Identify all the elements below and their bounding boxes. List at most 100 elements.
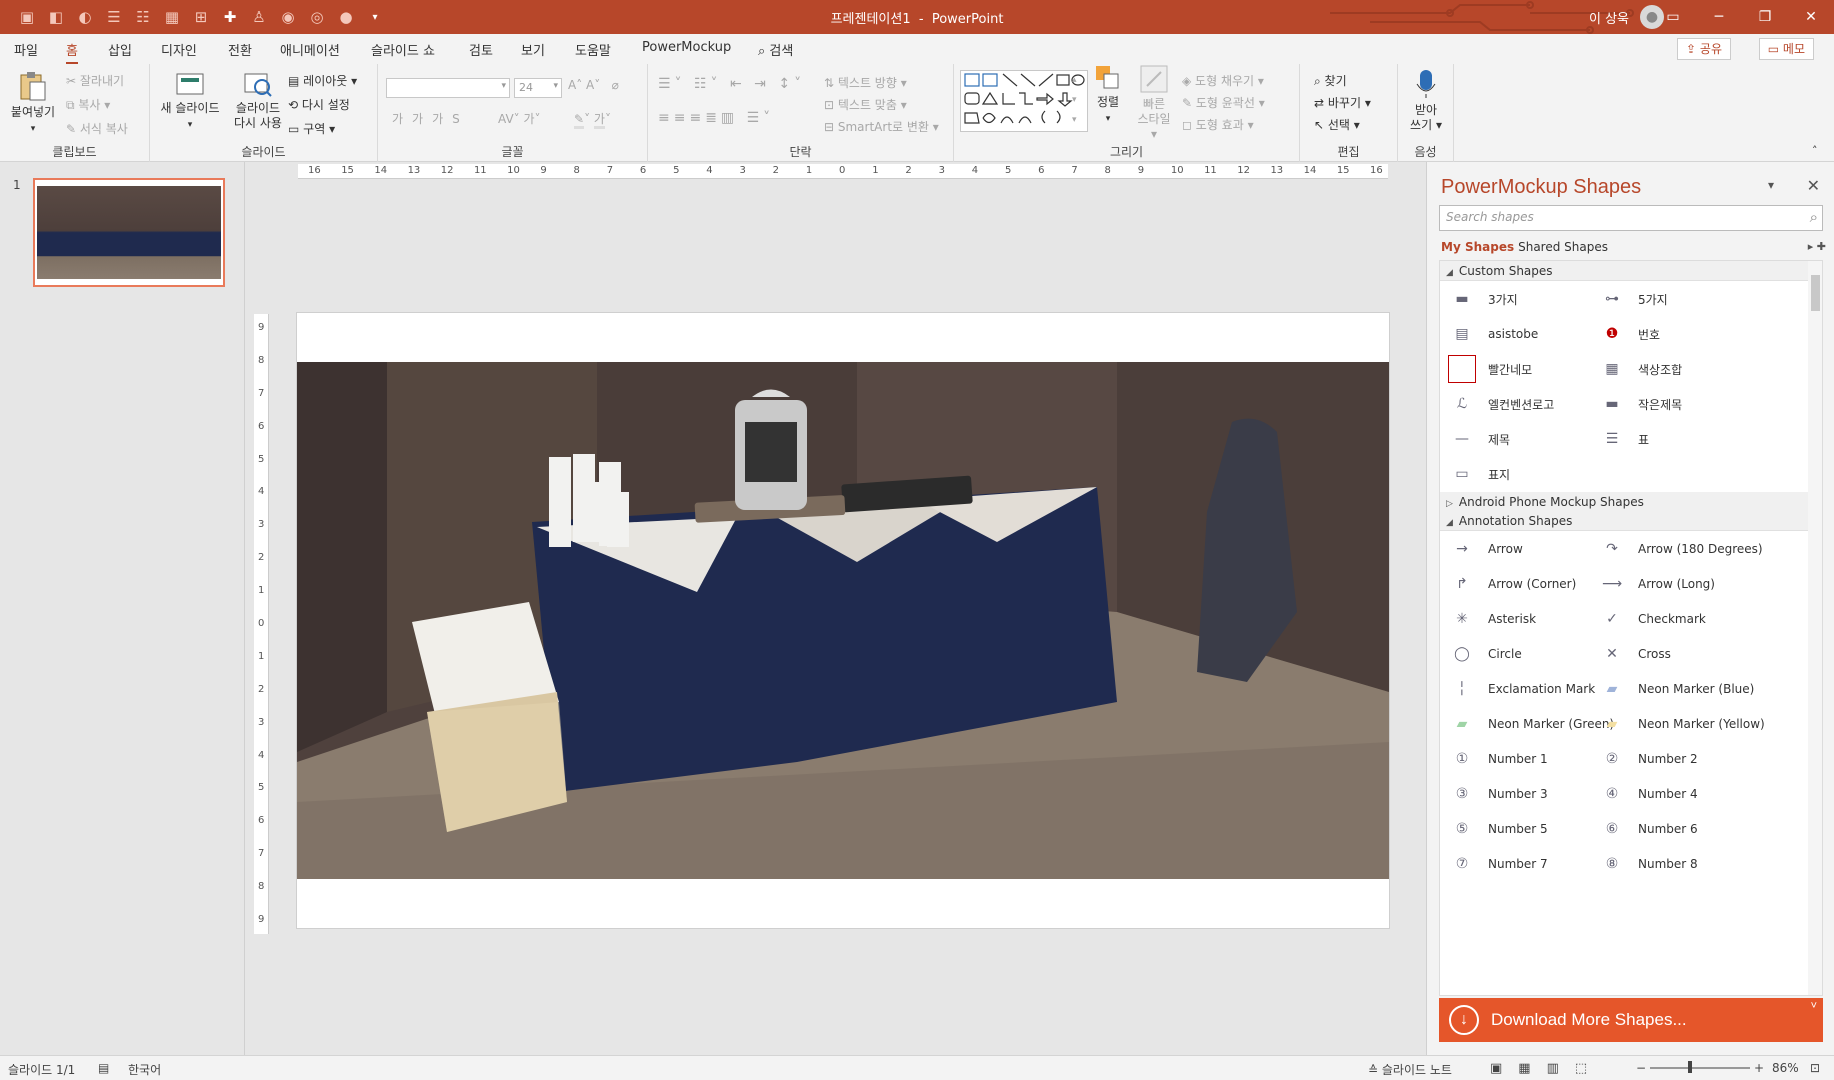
zoom-slider[interactable] <box>1650 1067 1750 1069</box>
shapes-gallery[interactable] <box>960 70 1088 132</box>
fit-slide-icon[interactable]: ⊡ <box>1810 1061 1820 1075</box>
shape-item[interactable]: ▰ Neon Marker (Blue) <box>1598 675 1755 703</box>
shape-item[interactable]: ① Number 1 <box>1448 745 1548 773</box>
align-text-button[interactable]: ⊡ 텍스트 맞춤 ▾ <box>824 96 907 113</box>
tab-my-shapes[interactable]: My Shapes <box>1441 240 1514 254</box>
section-custom-shapes[interactable]: ◢ Custom Shapes <box>1440 261 1808 281</box>
section-annotation-shapes[interactable]: ◢ Annotation Shapes <box>1440 511 1808 531</box>
font-size-select[interactable]: 24 ▾ <box>514 78 562 98</box>
user-name[interactable]: 이 상욱 <box>1589 8 1629 27</box>
layout-button[interactable]: ▤ 레이아웃 ▾ <box>288 72 357 89</box>
zoom-out-button[interactable]: − <box>1636 1061 1646 1075</box>
tab-powermockup[interactable]: PowerMockup <box>642 40 731 55</box>
shape-search-input[interactable]: Search shapes ⌕ <box>1439 205 1823 231</box>
slide-canvas[interactable] <box>296 312 1390 929</box>
tab-insert[interactable]: 삽입 <box>108 40 132 59</box>
shape-item[interactable]: ▰ Neon Marker (Yellow) <box>1598 710 1765 738</box>
tab-view[interactable]: 보기 <box>521 40 545 59</box>
shape-item[interactable]: ◯ Circle <box>1448 640 1522 668</box>
view-buttons[interactable]: ▣▦▥⬚ <box>1490 1061 1603 1076</box>
collapse-download-icon[interactable]: ˅ <box>1811 1000 1817 1012</box>
shape-item[interactable]: — 제목 <box>1448 425 1510 453</box>
section-android-shapes[interactable]: ▷ Android Phone Mockup Shapes <box>1440 492 1808 512</box>
reuse-slides-button[interactable]: 슬라이드 다시 사용 <box>226 70 290 131</box>
shape-item[interactable]: ▰ Neon Marker (Green) <box>1448 710 1615 738</box>
shape-item[interactable]: ✕ Cross <box>1598 640 1671 668</box>
tab-transitions[interactable]: 전환 <box>228 40 252 59</box>
shape-item[interactable]: ▦ 색상조합 <box>1598 355 1682 383</box>
comments-button[interactable]: ▭ 메모 <box>1758 38 1814 60</box>
tab-file[interactable]: 파일 <box>14 40 38 59</box>
shape-item[interactable]: ✓ Checkmark <box>1598 605 1706 633</box>
scrollbar-thumb[interactable] <box>1811 275 1820 311</box>
shape-item[interactable]: ② Number 2 <box>1598 745 1698 773</box>
shape-list-scrollbar[interactable] <box>1808 261 1822 995</box>
font-name-select[interactable]: ▾ <box>386 78 510 98</box>
new-slide-button[interactable]: 새 슬라이드 ▾ <box>158 70 222 133</box>
library-add-icon[interactable]: ▸ ✚ <box>1808 240 1826 253</box>
shape-item[interactable]: ❶ 번호 <box>1598 320 1660 348</box>
alignment-buttons[interactable]: ≡≡≡≣▥ ☰˅ <box>658 110 774 126</box>
shape-item[interactable]: ☰ 표 <box>1598 425 1649 453</box>
shape-effects-button[interactable]: ◻ 도형 효과 ▾ <box>1182 116 1254 133</box>
zoom-slider-thumb[interactable] <box>1688 1061 1692 1073</box>
notes-button[interactable]: ≙ 슬라이드 노트 <box>1368 1061 1452 1078</box>
shape-item[interactable]: ▬ 3가지 <box>1448 285 1517 313</box>
copy-button[interactable]: ⧉ 복사 ▾ <box>66 96 110 113</box>
quick-styles-button[interactable]: 빠른 스타일 ▾ <box>1134 64 1174 142</box>
restore-icon[interactable]: ❐ <box>1742 0 1788 34</box>
tab-animations[interactable]: 애니메이션 <box>280 40 340 59</box>
shape-item[interactable]: 빨간네모 <box>1448 355 1532 383</box>
text-direction-button[interactable]: ⇅ 텍스트 방향 ▾ <box>824 74 907 91</box>
minimize-icon[interactable]: ─ <box>1696 0 1742 34</box>
close-icon[interactable]: ✕ <box>1788 0 1834 34</box>
shape-item[interactable]: ▬ 작은제목 <box>1598 390 1682 418</box>
select-button[interactable]: ↖ 선택 ▾ <box>1314 116 1360 133</box>
shape-item[interactable]: ⟶ Arrow (Long) <box>1598 570 1715 598</box>
section-button[interactable]: ▭ 구역 ▾ <box>288 120 335 137</box>
zoom-level[interactable]: 86% <box>1772 1061 1799 1075</box>
shape-item[interactable]: ╎ Exclamation Mark <box>1448 675 1595 703</box>
font-spacing-case[interactable]: AV˅ 가˅ <box>498 110 541 127</box>
reset-button[interactable]: ⟲ 다시 설정 <box>288 96 350 113</box>
shape-item[interactable]: ↱ Arrow (Corner) <box>1448 570 1576 598</box>
shape-item[interactable]: ↷ Arrow (180 Degrees) <box>1598 535 1762 563</box>
shape-item[interactable]: → Arrow <box>1448 535 1523 563</box>
shape-item[interactable]: ⊶ 5가지 <box>1598 285 1668 313</box>
format-painter-button[interactable]: ✎ 서식 복사 <box>66 120 128 137</box>
font-style-buttons[interactable]: 가가가S <box>392 110 469 127</box>
dictate-button[interactable]: 받아 쓰기 ▾ <box>1404 68 1448 133</box>
pane-options-icon[interactable]: ▾ <box>1768 178 1774 192</box>
shape-item[interactable]: ⑧ Number 8 <box>1598 850 1698 878</box>
search-icon[interactable]: ⌕ <box>1810 208 1818 226</box>
smartart-button[interactable]: ⊟ SmartArt로 변환 ▾ <box>824 118 939 135</box>
tab-shared-shapes[interactable]: Shared Shapes <box>1518 240 1608 254</box>
arrange-button[interactable]: 정렬 ▾ <box>1090 64 1126 127</box>
shape-outline-button[interactable]: ✎ 도형 윤곽선 ▾ <box>1182 94 1265 111</box>
shape-item[interactable]: ℒ 엘컨벤션로고 <box>1448 390 1554 418</box>
slide-thumbnail[interactable] <box>33 178 225 287</box>
slide-photo[interactable] <box>297 362 1389 879</box>
shape-fill-button[interactable]: ◈ 도형 채우기 ▾ <box>1182 72 1264 89</box>
list-indent-buttons[interactable]: ☰˅ ☷˅ ⇤ ⇥ ↕˅ <box>658 76 805 92</box>
replace-button[interactable]: ⇄ 바꾸기 ▾ <box>1314 94 1371 111</box>
shapes-gallery-scroll[interactable]: ▴ ▾ ▾ <box>1072 70 1077 130</box>
cut-button[interactable]: ✂ 잘라내기 <box>66 72 124 89</box>
shape-item[interactable]: ▤ asistobe <box>1448 320 1538 348</box>
download-more-shapes-button[interactable]: ↓ Download More Shapes... ˅ <box>1439 998 1823 1042</box>
shape-item[interactable]: ④ Number 4 <box>1598 780 1698 808</box>
font-grow-shrink[interactable]: A˄ A˅ ⌀ <box>568 78 619 92</box>
language-indicator[interactable]: 한국어 <box>128 1061 161 1078</box>
zoom-in-button[interactable]: + <box>1754 1061 1764 1075</box>
shape-item[interactable]: ③ Number 3 <box>1448 780 1548 808</box>
shape-item[interactable]: ✳ Asterisk <box>1448 605 1536 633</box>
tab-home[interactable]: 홈 <box>66 40 78 65</box>
font-color-buttons[interactable]: ✎˅ 가˅ <box>574 110 611 129</box>
ribbon-display-icon[interactable]: ▭ <box>1650 0 1696 34</box>
proofing-icon[interactable]: ▤ <box>98 1061 109 1075</box>
pane-close-icon[interactable]: ✕ <box>1807 176 1820 195</box>
shape-item[interactable]: ⑦ Number 7 <box>1448 850 1548 878</box>
tab-slideshow[interactable]: 슬라이드 쇼 <box>371 40 435 59</box>
shape-item[interactable]: ⑥ Number 6 <box>1598 815 1698 843</box>
find-button[interactable]: ⌕ 찾기 <box>1314 72 1347 89</box>
